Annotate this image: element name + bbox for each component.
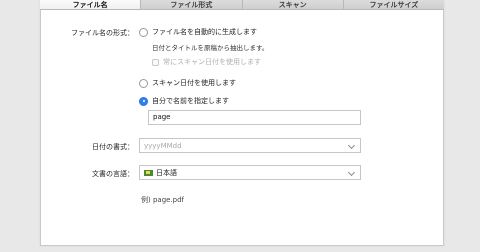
option-auto-description: 日付とタイトルを原稿から抽出します。 <box>152 44 269 52</box>
date-format-select[interactable]: yyyyMMdd <box>139 138 361 153</box>
document-language-select[interactable]: 日本語 <box>139 165 361 180</box>
document-language-label: 文書の言語： <box>92 170 134 178</box>
radio-custom-name[interactable] <box>139 96 148 106</box>
flag-icon <box>144 169 153 176</box>
option-auto-generate-label: ファイル名を自動的に生成します <box>152 28 257 36</box>
tab-bar: ファイル名 ファイル形式 スキャン ファイルサイズ <box>40 0 444 10</box>
radio-auto-generate[interactable] <box>139 27 148 37</box>
option-scan-date-label: スキャン日付を使用します <box>152 79 236 87</box>
tab-filename[interactable]: ファイル名 <box>40 0 142 9</box>
radio-scan-date[interactable] <box>139 78 148 88</box>
option-custom-name[interactable]: 自分で名前を指定します <box>139 96 229 106</box>
tab-scan[interactable]: スキャン <box>242 0 344 9</box>
date-format-label: 日付の書式： <box>92 143 134 151</box>
date-format-placeholder: yyyyMMdd <box>144 141 182 150</box>
chevron-down-icon <box>347 141 356 150</box>
filename-example: 例) page.pdf <box>141 196 185 204</box>
option-custom-name-label: 自分で名前を指定します <box>152 97 229 105</box>
option-always-scan-date: 常にスキャン日付を使用します <box>152 57 261 67</box>
custom-filename-input[interactable]: page <box>148 110 361 125</box>
option-auto-generate[interactable]: ファイル名を自動的に生成します <box>139 27 257 37</box>
document-language-value: 日本語 <box>156 168 177 177</box>
tab-file-size[interactable]: ファイルサイズ <box>343 0 444 9</box>
option-scan-date[interactable]: スキャン日付を使用します <box>139 78 236 88</box>
checkbox-always-scan-date <box>152 58 159 66</box>
filename-format-label: ファイル名の形式： <box>71 29 134 37</box>
option-always-scan-date-label: 常にスキャン日付を使用します <box>163 58 261 66</box>
tab-file-format[interactable]: ファイル形式 <box>141 0 243 9</box>
chevron-down-icon <box>347 168 356 177</box>
